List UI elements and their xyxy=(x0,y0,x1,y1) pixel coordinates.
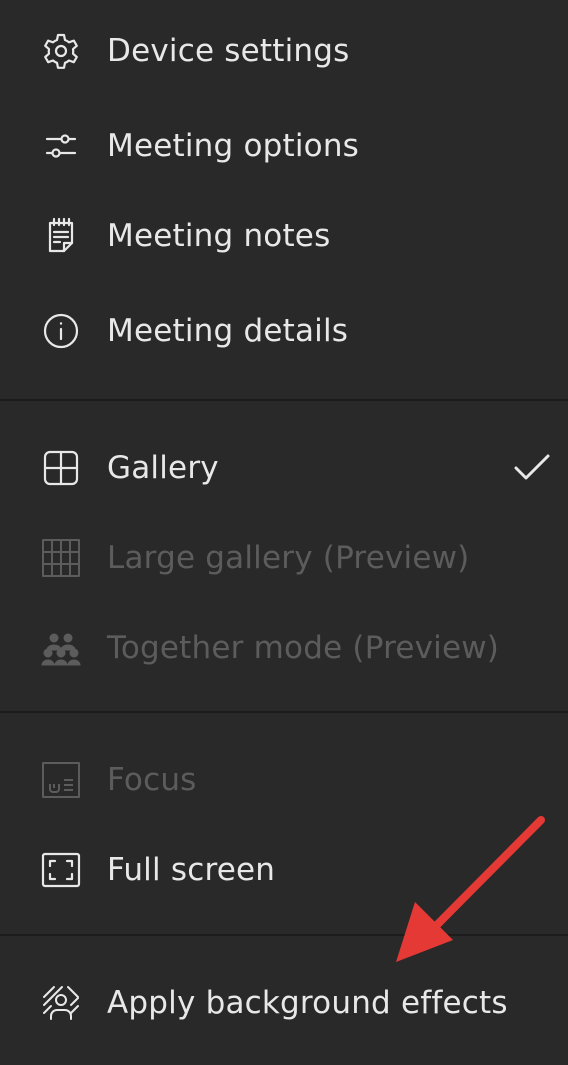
menu-item-label: Focus xyxy=(107,762,197,798)
large-gallery-grid-icon xyxy=(40,537,82,579)
menu-item-label: Meeting notes xyxy=(107,218,331,254)
menu-item-meeting-options[interactable]: Meeting options xyxy=(0,106,568,186)
menu-item-apply-background-effects[interactable]: Apply background effects xyxy=(0,963,568,1043)
menu-item-label: Gallery xyxy=(107,450,219,486)
background-effects-icon xyxy=(40,982,82,1024)
menu-item-label: Full screen xyxy=(107,852,276,888)
menu-item-meeting-details[interactable]: Meeting details xyxy=(0,291,568,371)
fullscreen-icon xyxy=(40,849,82,891)
menu-item-focus: Focus xyxy=(0,740,568,820)
menu-item-label: Meeting options xyxy=(107,128,360,164)
menu-divider xyxy=(0,934,568,936)
menu-item-large-gallery: Large gallery (Preview) xyxy=(0,518,568,598)
gallery-grid-icon xyxy=(40,447,82,489)
checkmark-icon xyxy=(512,448,552,488)
notepad-icon xyxy=(40,215,82,257)
menu-item-label: Meeting details xyxy=(107,313,349,349)
menu-item-together-mode: Together mode (Preview) xyxy=(0,608,568,688)
together-mode-icon xyxy=(40,627,82,669)
more-actions-menu: Device settings Meeting options Meeting … xyxy=(0,0,568,1065)
menu-item-label: Together mode (Preview) xyxy=(107,630,500,666)
sliders-icon xyxy=(40,125,82,167)
menu-item-full-screen[interactable]: Full screen xyxy=(0,830,568,910)
menu-divider xyxy=(0,711,568,713)
menu-divider xyxy=(0,399,568,401)
menu-item-label: Device settings xyxy=(107,33,350,69)
menu-item-gallery[interactable]: Gallery xyxy=(0,428,568,508)
menu-item-label: Apply background effects xyxy=(107,985,508,1021)
focus-icon xyxy=(40,759,82,801)
menu-item-device-settings[interactable]: Device settings xyxy=(0,11,568,91)
menu-item-meeting-notes[interactable]: Meeting notes xyxy=(0,196,568,276)
gear-icon xyxy=(40,30,82,72)
menu-item-label: Large gallery (Preview) xyxy=(107,540,470,576)
info-icon xyxy=(40,310,82,352)
